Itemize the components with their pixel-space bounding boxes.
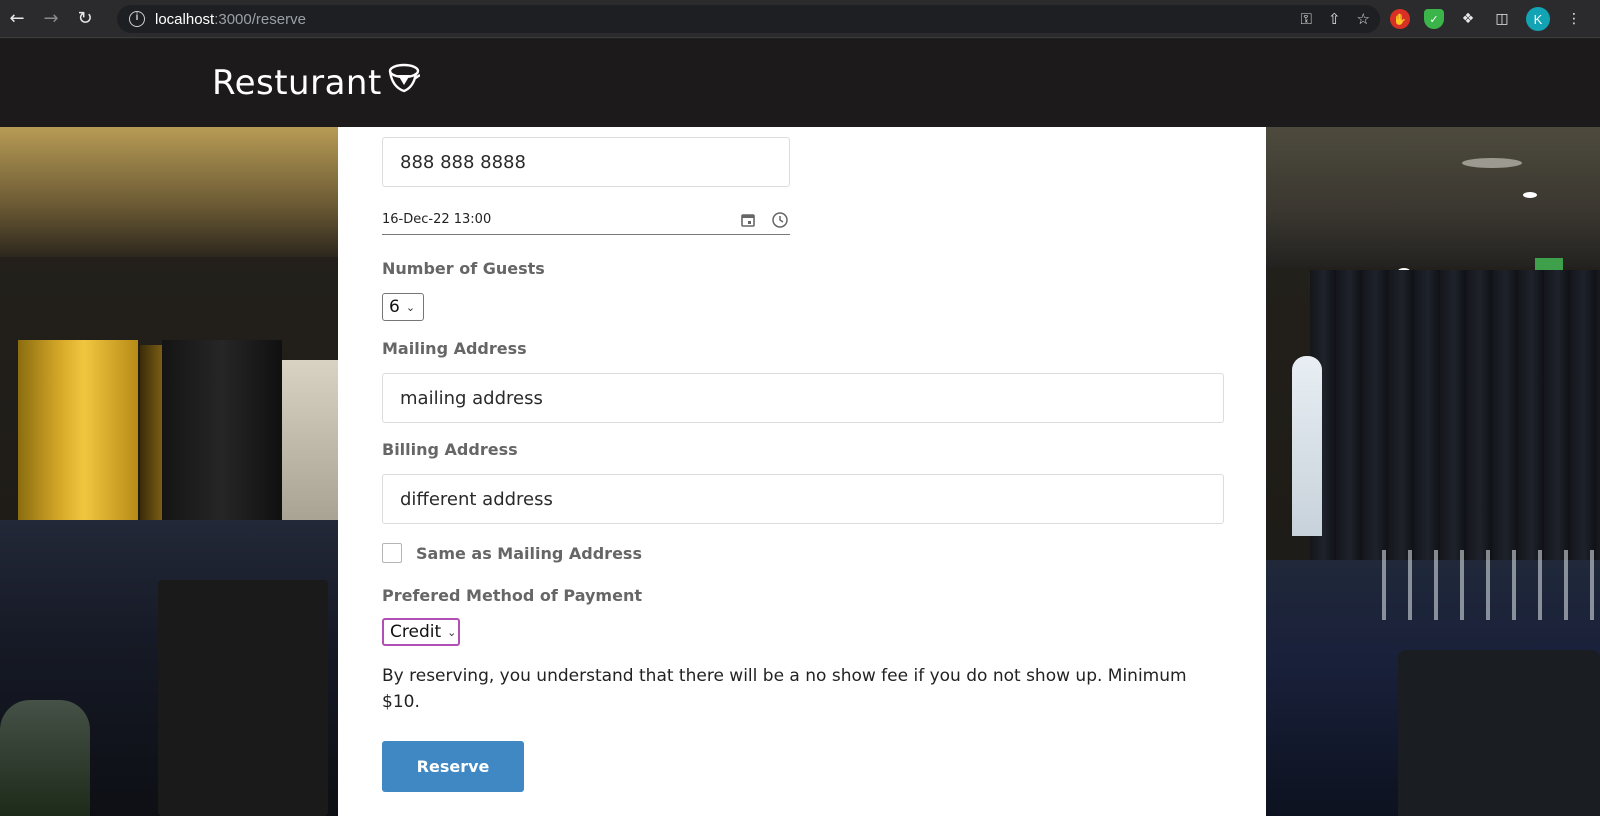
back-icon[interactable]: ← [0, 0, 34, 38]
same-as-mailing-row: Same as Mailing Address [382, 543, 642, 563]
background-ceiling-left [0, 127, 338, 257]
share-icon[interactable]: ⇧ [1328, 10, 1341, 28]
star-icon[interactable]: ☆ [1357, 10, 1370, 28]
background-lamp [1462, 158, 1522, 168]
datetime-value: 16-Dec-22 13:00 [382, 212, 492, 227]
phone-input[interactable]: 888 888 8888 [382, 137, 790, 187]
background-ceiling-right [1266, 127, 1600, 267]
fish-logo-icon [384, 61, 421, 104]
reservation-panel: 888 888 8888 16-Dec-22 13:00 Number of G… [338, 127, 1266, 816]
same-as-mailing-checkbox[interactable] [382, 543, 402, 563]
payment-method-value: Credit [390, 622, 442, 642]
brand-logo[interactable]: Resturant [212, 61, 421, 104]
chevron-down-icon: ⌄ [405, 300, 416, 314]
info-icon[interactable]: i [129, 11, 145, 27]
forward-icon[interactable]: → [34, 0, 68, 38]
background-arched-window [1292, 356, 1322, 536]
profile-avatar[interactable]: K [1526, 7, 1550, 31]
key-icon[interactable]: ⚿ [1301, 11, 1312, 28]
phone-value: 888 888 8888 [400, 151, 526, 173]
calendar-icon[interactable] [738, 210, 758, 230]
mailing-address-label: Mailing Address [382, 339, 527, 358]
browser-toolbar: ← → ↻ i localhost:3000/reserve ⚿ ⇧ ☆ ✋ ✓… [0, 0, 1600, 38]
background-chair-left [158, 580, 328, 816]
background-window [282, 360, 338, 520]
url-host: localhost [155, 10, 215, 28]
billing-address-input[interactable]: different address [382, 474, 1224, 524]
mailing-address-input[interactable]: mailing address [382, 373, 1224, 423]
payment-method-label: Prefered Method of Payment [382, 586, 642, 605]
adblock-icon[interactable]: ✋ [1390, 9, 1410, 29]
background-curtain-right [1310, 270, 1600, 560]
background-glasses-right [1360, 550, 1600, 620]
guests-value: 6 [389, 297, 400, 317]
background-light-1 [1523, 192, 1537, 198]
mailing-address-value: mailing address [400, 387, 543, 409]
payment-method-select[interactable]: Credit ⌄ [382, 618, 460, 646]
sidepanel-icon[interactable]: ◫ [1492, 9, 1512, 29]
url-path: :3000/reserve [214, 10, 306, 28]
chevron-down-icon: ⌄ [447, 625, 457, 639]
same-as-mailing-label[interactable]: Same as Mailing Address [416, 544, 642, 563]
guests-select[interactable]: 6 ⌄ [382, 293, 424, 321]
guests-label: Number of Guests [382, 259, 545, 278]
address-bar[interactable]: i localhost:3000/reserve ⚿ ⇧ ☆ [117, 5, 1380, 33]
billing-address-value: different address [400, 488, 553, 510]
no-show-notice: By reserving, you understand that there … [382, 666, 1187, 712]
shield-icon[interactable]: ✓ [1424, 9, 1444, 29]
site-header: Resturant [0, 39, 1600, 127]
datetime-input[interactable]: 16-Dec-22 13:00 [382, 205, 790, 235]
background-glass [0, 700, 90, 816]
brand-name: Resturant [212, 62, 382, 103]
clock-icon[interactable] [770, 210, 790, 230]
background-chair-right [1398, 650, 1600, 816]
menu-icon[interactable]: ⋮ [1564, 9, 1584, 29]
billing-address-label: Billing Address [382, 440, 518, 459]
reserve-button[interactable]: Reserve [382, 741, 524, 792]
reload-icon[interactable]: ↻ [68, 0, 102, 38]
puzzle-icon[interactable]: ❖ [1458, 9, 1478, 29]
